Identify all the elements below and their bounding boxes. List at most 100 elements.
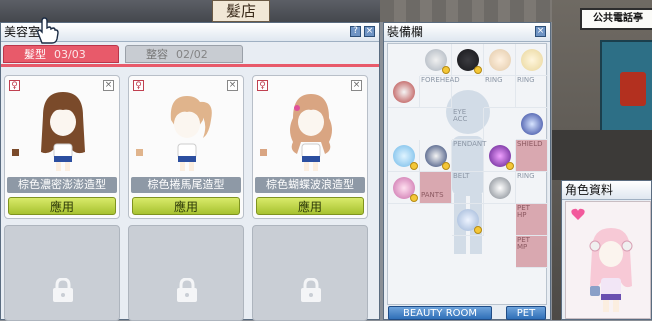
- pendant-label: PENDANT: [453, 140, 487, 148]
- tab-face-label: 整容: [146, 48, 168, 61]
- belt-label: BELT: [453, 172, 470, 180]
- locked-slot: [4, 225, 120, 321]
- eye-acc-label: EYE ACC: [453, 108, 468, 123]
- remove-icon[interactable]: ×: [103, 80, 114, 91]
- cash-coin-icon: [474, 226, 482, 234]
- remove-icon[interactable]: ×: [351, 80, 362, 91]
- tab-face[interactable]: 整容 02/02: [125, 45, 243, 63]
- ring-slot-1[interactable]: RING: [484, 76, 516, 108]
- color-swatch: [260, 149, 267, 156]
- apply-button[interactable]: 應用: [256, 197, 364, 215]
- apply-button[interactable]: 應用: [8, 197, 116, 215]
- tab-hairstyle[interactable]: 髮型 03/03: [3, 45, 119, 63]
- hairstyle-name: 棕色蝴蝶波浪造型: [255, 177, 365, 193]
- help-icon[interactable]: ?: [350, 26, 361, 37]
- cash-coin-icon: [410, 194, 418, 202]
- ring-icon: [489, 177, 511, 199]
- pet-button[interactable]: PET: [506, 306, 546, 320]
- equipment-title: 裝備欄: [387, 25, 424, 39]
- beauty-tabs: 髮型 03/03 整容 02/02: [1, 43, 379, 65]
- cash-coin-icon: [410, 162, 418, 170]
- locked-slot: [252, 225, 368, 321]
- top-slot[interactable]: [420, 140, 452, 172]
- shield-label: SHIELD: [517, 140, 543, 148]
- close-icon[interactable]: ×: [535, 26, 546, 37]
- female-icon: ♀: [9, 80, 20, 91]
- beauty-room-button[interactable]: BEAUTY ROOM: [388, 306, 492, 320]
- cash-coin-icon: [442, 162, 450, 170]
- medal-slot[interactable]: [388, 76, 420, 108]
- ring-label: RING: [517, 76, 535, 84]
- hairstyle-preview-icon: [170, 96, 212, 171]
- hat-slot[interactable]: [420, 44, 452, 76]
- pet-mp-slot[interactable]: PET MP: [516, 236, 548, 268]
- character-info-title: 角色資料: [565, 183, 614, 197]
- equipment-grid: FOREHEAD RING RING EYE ACC PENDANT SHIEL: [387, 43, 548, 305]
- female-icon: ♀: [133, 80, 144, 91]
- phone-booth: [600, 40, 652, 136]
- hairstyle-preview-icon: [41, 92, 85, 171]
- hairstyle-name: 棕色濃密澎澎造型: [7, 177, 117, 193]
- character-avatar: [589, 228, 633, 312]
- equipment-window: 裝備欄 × FOREHEAD RING RING EYE ACC PENDANT…: [383, 22, 551, 320]
- pet-hp-label: PET HP: [517, 204, 530, 219]
- shield-slot[interactable]: SHIELD: [516, 140, 548, 172]
- lock-icon: [177, 278, 197, 302]
- weapon-slot[interactable]: [484, 140, 516, 172]
- phone-booth-sign: 公共電話亭: [580, 8, 652, 30]
- beauty-room-window: 美容室 ? × 髮型 03/03 整容 02/02 ♀ × 棕色濃密澎澎造型 應…: [0, 22, 380, 321]
- tab-face-count: 02/02: [176, 48, 208, 61]
- pet-hp-slot[interactable]: PET HP: [516, 204, 548, 236]
- character-info-titlebar[interactable]: 角色資料: [562, 181, 651, 200]
- hair-icon: [521, 49, 543, 71]
- remove-icon[interactable]: ×: [227, 80, 238, 91]
- color-swatch: [12, 149, 19, 156]
- equipment-titlebar[interactable]: 裝備欄 ×: [384, 23, 550, 42]
- hairstyle-card[interactable]: ♀ × 棕色濃密澎澎造型 應用: [4, 75, 120, 219]
- avatar-hair-slot[interactable]: [516, 44, 548, 76]
- close-icon[interactable]: ×: [364, 26, 375, 37]
- lock-icon: [53, 278, 73, 302]
- orb-icon: [521, 113, 543, 135]
- eye-accessory-slot[interactable]: EYE ACC: [452, 108, 484, 140]
- character-info-window: 角色資料: [561, 180, 652, 320]
- cape-slot[interactable]: [388, 140, 420, 172]
- female-icon: ♀: [257, 80, 268, 91]
- ring-slot-2[interactable]: RING: [516, 76, 548, 108]
- ring-label: RING: [485, 76, 503, 84]
- hairstyle-name: 棕色捲馬尾造型: [131, 177, 241, 193]
- hairstyle-card[interactable]: ♀ × 棕色捲馬尾造型 應用: [128, 75, 244, 219]
- heart-icon: [571, 208, 585, 220]
- tab-hairstyle-count: 03/03: [54, 48, 86, 61]
- pet-equip-slot[interactable]: [516, 108, 548, 140]
- locked-slot: [128, 225, 244, 321]
- cash-coin-icon: [442, 66, 450, 74]
- cash-coin-icon: [474, 66, 482, 74]
- hairstyle-card[interactable]: ♀ × 棕色蝴蝶波浪造型 應用: [252, 75, 368, 219]
- apply-button[interactable]: 應用: [132, 197, 240, 215]
- tab-hairstyle-label: 髮型: [24, 48, 46, 61]
- cash-coin-icon: [506, 162, 514, 170]
- head-icon: [489, 49, 511, 71]
- street: [552, 130, 652, 180]
- color-swatch: [136, 149, 143, 156]
- belt-slot[interactable]: BELT: [452, 172, 484, 204]
- forehead-slot[interactable]: FOREHEAD: [420, 76, 460, 108]
- ring-label: RING: [517, 172, 535, 180]
- hand-cursor-icon: [37, 17, 59, 44]
- pants-slot[interactable]: PANTS: [420, 172, 452, 204]
- ring-slot-3[interactable]: [484, 172, 516, 204]
- face-accessory-slot[interactable]: [452, 44, 484, 76]
- ring-slot-4[interactable]: RING: [516, 172, 548, 204]
- pants-label: PANTS: [421, 191, 444, 199]
- shop-sign: 髮店: [212, 0, 270, 22]
- tab-underline: [1, 64, 379, 67]
- equipment-footer: BEAUTY ROOM PET: [386, 306, 548, 320]
- pendant-slot[interactable]: PENDANT: [452, 140, 487, 172]
- shoes-slot[interactable]: [452, 204, 484, 236]
- hairstyle-preview-icon: [290, 94, 332, 171]
- avatar-head-slot[interactable]: [484, 44, 516, 76]
- pet-mp-label: PET MP: [517, 236, 530, 251]
- glove-slot[interactable]: [388, 172, 420, 204]
- character-info-body: [565, 201, 651, 319]
